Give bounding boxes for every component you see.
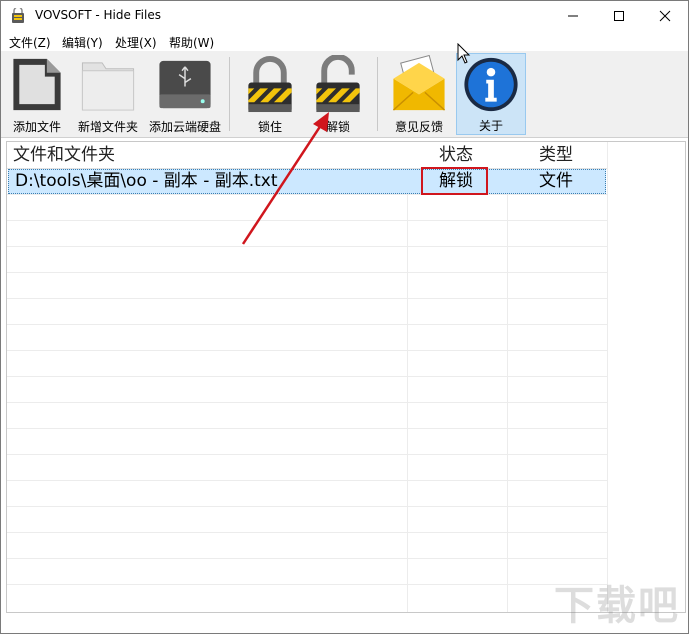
watermark: 下载吧 [554, 583, 680, 629]
add-file-button[interactable]: 添加文件 [5, 53, 69, 135]
annotation-box [421, 167, 488, 195]
close-button[interactable] [642, 1, 688, 31]
toolbar-separator [377, 57, 378, 131]
add-folder-label: 新增文件夹 [77, 120, 138, 134]
column-header-type[interactable]: 类型 [539, 142, 573, 168]
row-gridline [7, 532, 607, 533]
row-gridline [7, 350, 607, 351]
row-gridline [7, 480, 607, 481]
file-list[interactable]: 文件和文件夹 状态 类型 D:\tools\桌面\oo - 副本 - 副本.tx… [6, 141, 686, 613]
add-file-label: 添加文件 [12, 120, 61, 134]
feedback-label: 意见反馈 [394, 120, 443, 134]
toolbar-separator [229, 57, 230, 131]
column-header-status[interactable]: 状态 [439, 142, 473, 168]
row-gridline [7, 584, 607, 585]
column-header-path[interactable]: 文件和文件夹 [13, 142, 115, 168]
add-cloud-drive-label: 添加云端硬盘 [148, 120, 221, 134]
mail-icon [392, 55, 446, 111]
about-label: 关于 [478, 119, 503, 133]
row-gridline [7, 506, 607, 507]
row-gridline [7, 402, 607, 403]
column-divider [507, 142, 508, 612]
toolbar: 添加文件 新增文件夹 添加云端硬盘 锁住 解锁 意见反馈 关于 [1, 43, 688, 138]
row-gridline [7, 298, 607, 299]
add-folder-button[interactable]: 新增文件夹 [75, 53, 141, 135]
menu-process[interactable]: 处理(X) [115, 34, 157, 51]
add-cloud-drive-button[interactable]: 添加云端硬盘 [147, 53, 223, 135]
menu-bar: 文件(Z) 编辑(Y) 处理(X) 帮助(W) [1, 31, 688, 51]
close-icon [659, 10, 671, 22]
row-gridline [7, 454, 607, 455]
mouse-cursor-icon [457, 43, 471, 64]
menu-edit[interactable]: 编辑(Y) [62, 34, 103, 51]
row-gridline [7, 272, 607, 273]
window-title: VOVSOFT - Hide Files [35, 8, 161, 22]
feedback-button[interactable]: 意见反馈 [387, 53, 451, 135]
row-gridline [7, 376, 607, 377]
folder-icon [81, 62, 135, 111]
title-bar[interactable]: VOVSOFT - Hide Files [1, 1, 688, 31]
annotation-arrow [241, 112, 329, 245]
row-gridline [7, 324, 607, 325]
menu-file[interactable]: 文件(Z) [9, 34, 51, 51]
minimize-button[interactable] [550, 1, 596, 31]
row-gridline [7, 428, 607, 429]
menu-help[interactable]: 帮助(W) [169, 34, 214, 51]
minimize-icon [568, 15, 578, 17]
row-type: 文件 [539, 171, 573, 191]
column-divider [407, 142, 408, 612]
about-button[interactable]: 关于 [456, 53, 526, 135]
column-divider [607, 142, 608, 612]
app-window: VOVSOFT - Hide Files 文件(Z) 编辑(Y) 处理(X) 帮… [0, 0, 689, 634]
row-gridline [7, 558, 607, 559]
maximize-button[interactable] [596, 1, 642, 31]
app-icon [12, 8, 24, 23]
document-icon [13, 58, 61, 111]
maximize-icon [614, 11, 624, 21]
usb-drive-icon [159, 60, 211, 109]
